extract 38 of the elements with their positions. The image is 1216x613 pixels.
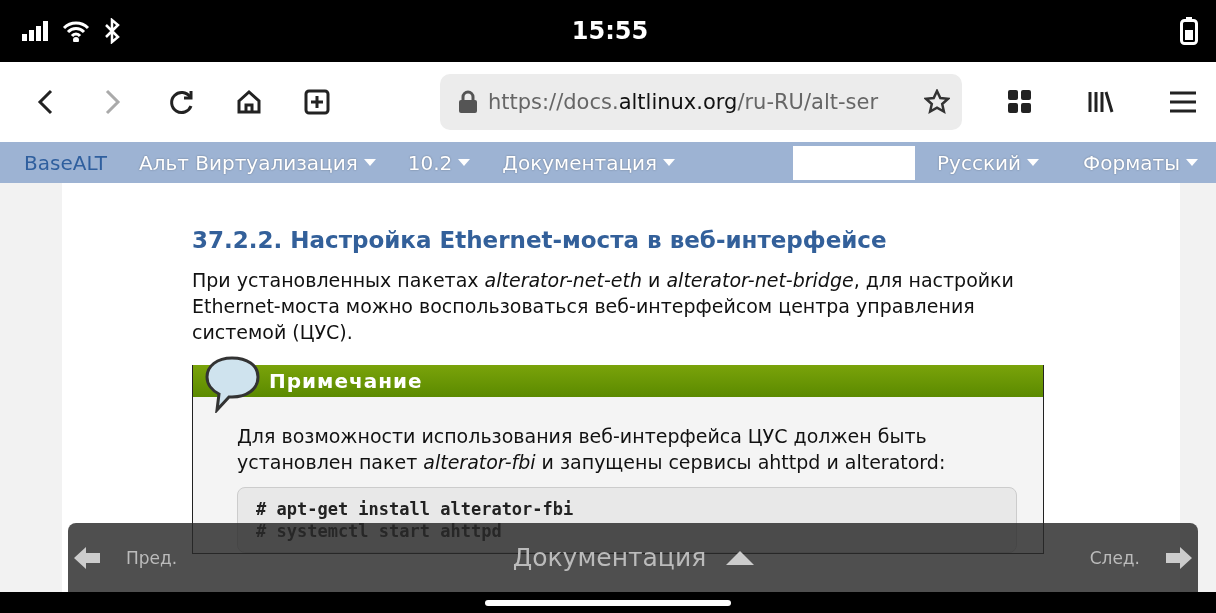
caret-icon — [1027, 158, 1040, 167]
url-text: https://docs.altlinux.org/ru-RU/alt-ser — [488, 90, 880, 114]
prev-link[interactable]: Пред. — [74, 546, 178, 569]
star-icon[interactable] — [924, 89, 950, 115]
home-indicator[interactable] — [485, 599, 731, 606]
signal-icon — [22, 21, 48, 41]
library-icon[interactable] — [1088, 90, 1114, 114]
caret-icon — [663, 158, 676, 167]
brand-link[interactable]: BaseALT — [24, 150, 107, 175]
caret-icon — [1185, 158, 1198, 167]
nav-menu[interactable]: 10.2 — [407, 150, 453, 175]
paragraph: При установленных пакетах alterator-net-eth и alterator-net-bridge, для настройки Ethernet-моста можно воспользоваться веб-интерфейсом центра управления системой (ЦУС). — [192, 268, 1015, 345]
status-time: 15:55 — [570, 17, 650, 45]
lock-icon — [458, 90, 478, 114]
note-title: Примечание — [269, 369, 423, 393]
new-tab-button[interactable] — [302, 87, 332, 117]
search-field[interactable] — [793, 145, 916, 180]
grid-icon[interactable] — [1008, 90, 1032, 114]
caret-icon — [458, 158, 471, 167]
up-triangle-icon[interactable] — [726, 550, 755, 565]
nav-menu[interactable]: Документация — [502, 150, 658, 175]
next-link[interactable]: След. — [1089, 546, 1192, 569]
wifi-icon — [62, 20, 90, 42]
caret-icon — [363, 158, 376, 167]
forward-icon — [105, 89, 121, 115]
nav-menu[interactable]: Русский — [937, 150, 1022, 175]
nav-menu[interactable]: Альт Виртуализация — [139, 150, 358, 175]
note-text: Для возможности использования веб-интерфейса ЦУС должен быть установлен пакет alterator-fbi и запущены сервисы ahttpd и alteratord: — [237, 424, 947, 475]
battery-icon — [1180, 17, 1198, 45]
nav-menu[interactable]: Форматы — [1083, 150, 1180, 175]
speech-bubble-icon — [203, 355, 261, 413]
right-arrow-icon — [1166, 546, 1192, 569]
bluetooth-icon — [104, 18, 120, 44]
left-arrow-icon — [74, 546, 100, 569]
section-heading: 37.2.2. Настройка Ethernet-моста в веб-интерфейсе — [192, 227, 888, 253]
address-bar[interactable]: https://docs.altlinux.org/ru-RU/alt-ser — [440, 74, 962, 130]
menu-icon[interactable] — [1170, 91, 1196, 113]
back-icon — [37, 89, 53, 115]
